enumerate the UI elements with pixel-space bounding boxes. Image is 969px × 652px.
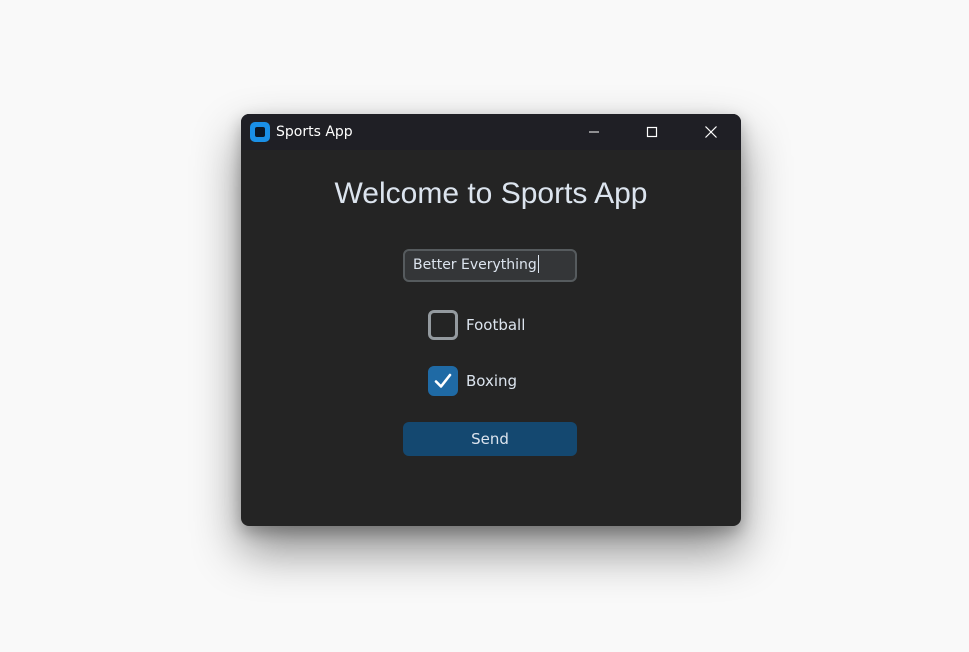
maximize-icon — [646, 126, 658, 138]
close-button[interactable] — [688, 114, 734, 150]
title-bar[interactable]: Sports App — [241, 114, 741, 150]
checkbox-boxing[interactable]: Boxing — [428, 366, 517, 396]
checkbox-box-unchecked[interactable] — [428, 310, 458, 340]
checkbox-football[interactable]: Football — [428, 310, 525, 340]
checkbox-label-football[interactable]: Football — [466, 316, 525, 334]
text-caret — [537, 255, 539, 273]
app-window: Sports App Welcome to Sports App Better … — [241, 114, 741, 526]
checkbox-box-checked[interactable] — [428, 366, 458, 396]
text-entry[interactable]: Better Everything — [403, 249, 577, 282]
maximize-button[interactable] — [629, 114, 675, 150]
minimize-icon — [589, 131, 599, 133]
app-icon — [250, 122, 270, 142]
checkbox-label-boxing[interactable]: Boxing — [466, 372, 517, 390]
welcome-heading: Welcome to Sports App — [334, 177, 648, 210]
send-button[interactable]: Send — [403, 422, 577, 456]
checkmark-icon — [434, 373, 452, 388]
window-title: Sports App — [276, 124, 353, 140]
close-icon — [705, 126, 717, 138]
entry-value: Better Everything — [413, 257, 537, 273]
minimize-button[interactable] — [571, 114, 617, 150]
